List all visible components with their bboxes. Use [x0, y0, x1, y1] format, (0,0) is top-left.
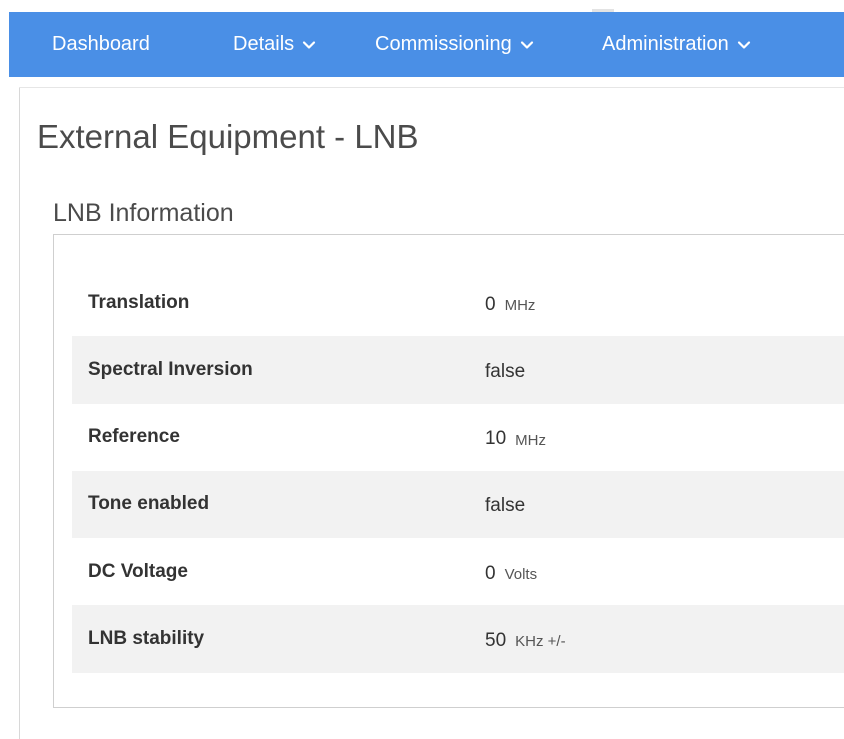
value-number: 0	[485, 562, 496, 584]
table-row: Reference 10 MHz	[72, 404, 844, 471]
row-value: false	[485, 336, 534, 403]
row-label: DC Voltage	[88, 560, 188, 582]
value-number: 10	[485, 428, 507, 450]
value-unit: MHz	[504, 297, 536, 314]
value-unit: KHz +/-	[515, 633, 566, 651]
nav-details-label: Details	[233, 33, 295, 55]
row-value: 10 MHz	[485, 404, 546, 471]
table-row: Spectral Inversion false	[72, 336, 844, 404]
chevron-down-icon	[302, 38, 316, 52]
page-title: External Equipment - LNB	[37, 118, 419, 155]
value-unit: MHz	[515, 431, 546, 449]
row-value: 0 Volts	[485, 538, 537, 605]
top-strip	[0, 0, 844, 12]
content-border-top	[19, 87, 844, 88]
chevron-down-icon	[520, 38, 534, 52]
nav-commissioning[interactable]: Commissioning	[375, 12, 534, 77]
value-number: 0	[485, 293, 496, 315]
table-row: LNB stability 50 KHz +/-	[72, 605, 844, 673]
row-value: 0 MHz	[485, 269, 535, 336]
nav-dashboard-label: Dashboard	[52, 33, 150, 55]
content-border-left	[19, 87, 20, 739]
row-label: Translation	[88, 291, 190, 313]
row-label: LNB stability	[88, 627, 205, 649]
nav-administration[interactable]: Administration	[602, 12, 751, 77]
chevron-down-icon	[737, 38, 751, 52]
table-row: DC Voltage 0 Volts	[72, 538, 844, 605]
row-value: false	[485, 471, 534, 538]
main-navbar: Dashboard Details Commissioning Administ…	[9, 12, 844, 77]
table-row: Translation 0 MHz	[72, 269, 844, 336]
nav-dashboard[interactable]: Dashboard	[52, 12, 150, 77]
value-number: false	[485, 495, 526, 517]
nav-details[interactable]: Details	[233, 12, 316, 77]
row-label: Tone enabled	[88, 493, 210, 515]
value-number: false	[485, 360, 526, 382]
nav-commissioning-label: Commissioning	[375, 33, 512, 55]
value-unit: Volts	[504, 566, 538, 584]
table-row: Tone enabled false	[72, 470, 844, 539]
row-label: Spectral Inversion	[88, 358, 253, 380]
lnb-info-table: Translation 0 MHz Spectral Inversion fal…	[72, 269, 844, 673]
row-value: 50 KHz +/-	[485, 605, 566, 672]
row-label: Reference	[88, 426, 180, 448]
value-number: 50	[485, 629, 507, 651]
nav-administration-label: Administration	[602, 33, 729, 55]
section-title: LNB Information	[53, 199, 234, 227]
